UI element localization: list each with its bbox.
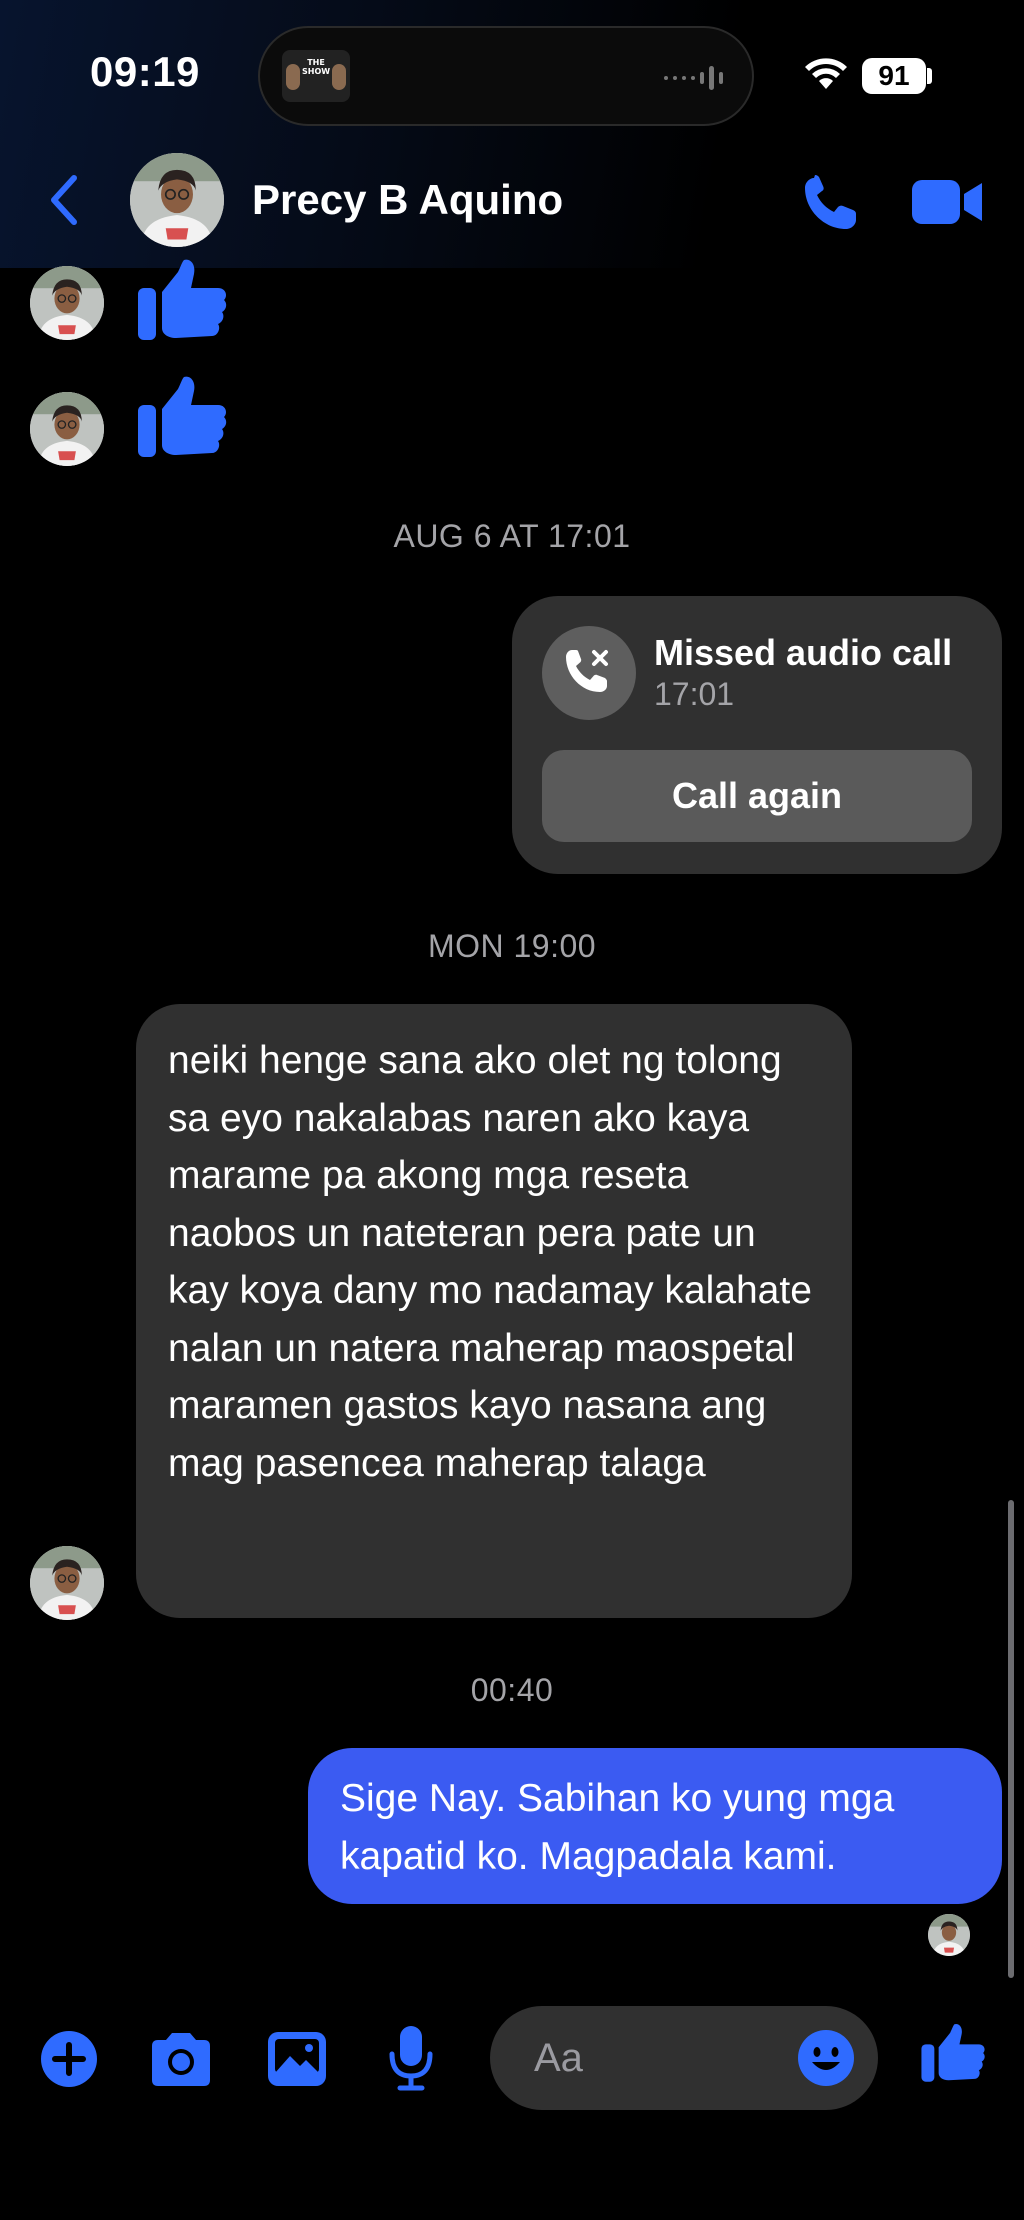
message-timestamp: 00:40 — [470, 1672, 554, 1708]
camera-icon[interactable] — [148, 2030, 214, 2088]
avatar-photo — [30, 266, 104, 340]
photo-icon[interactable] — [266, 2030, 328, 2088]
microphone-icon[interactable] — [386, 2024, 436, 2092]
dynamic-island[interactable]: THE SHOW — [258, 26, 754, 126]
thumbs-up-icon[interactable] — [136, 370, 228, 464]
message-input[interactable]: Aa — [490, 2006, 878, 2110]
video-camera-icon[interactable] — [912, 178, 984, 226]
missed-call-time: 17:01 — [654, 676, 735, 712]
missed-call-title: Missed audio call — [654, 632, 953, 673]
plus-icon[interactable] — [40, 2030, 98, 2088]
sender-avatar[interactable] — [30, 266, 104, 340]
message-input-placeholder: Aa — [534, 2036, 583, 2080]
sender-avatar[interactable] — [30, 392, 104, 466]
scroll-indicator[interactable] — [1008, 1500, 1014, 1978]
avatar-photo — [130, 153, 224, 247]
call-again-button[interactable]: Call again — [542, 750, 972, 842]
thumbs-up-icon[interactable] — [136, 258, 228, 342]
avatar-photo — [30, 392, 104, 466]
avatar-photo — [30, 1546, 104, 1620]
missed-call-card[interactable]: Missed audio call 17:01 Call again — [512, 596, 1002, 874]
back-chevron-icon[interactable] — [44, 170, 84, 230]
battery-tip — [927, 68, 932, 84]
now-playing-artwork: THE SHOW — [282, 50, 350, 102]
battery-indicator: 91 — [862, 58, 926, 94]
contact-avatar[interactable] — [130, 153, 224, 247]
sender-avatar[interactable] — [30, 1546, 104, 1620]
read-receipt-avatar — [928, 1914, 970, 1956]
missed-call-icon — [542, 626, 636, 720]
incoming-message-bubble[interactable]: neiki henge sana ako olet ng tolong sa e… — [136, 1004, 852, 1618]
audio-waveform-icon — [664, 66, 723, 90]
message-timestamp: MON 19:00 — [427, 928, 597, 964]
message-timestamp: AUG 6 AT 17:01 — [393, 518, 631, 554]
emoji-icon[interactable] — [796, 2028, 856, 2088]
phone-icon[interactable] — [800, 172, 860, 232]
wifi-icon — [805, 58, 847, 89]
artwork-label: THE SHOW — [302, 58, 331, 76]
avatar-photo — [928, 1914, 970, 1956]
thumbs-up-icon[interactable] — [920, 2020, 986, 2086]
outgoing-message-bubble[interactable]: Sige Nay. Sabihan ko yung mga kapatid ko… — [308, 1748, 1002, 1904]
status-time: 09:19 — [90, 48, 200, 95]
contact-name[interactable]: Precy B Aquino — [252, 176, 563, 224]
